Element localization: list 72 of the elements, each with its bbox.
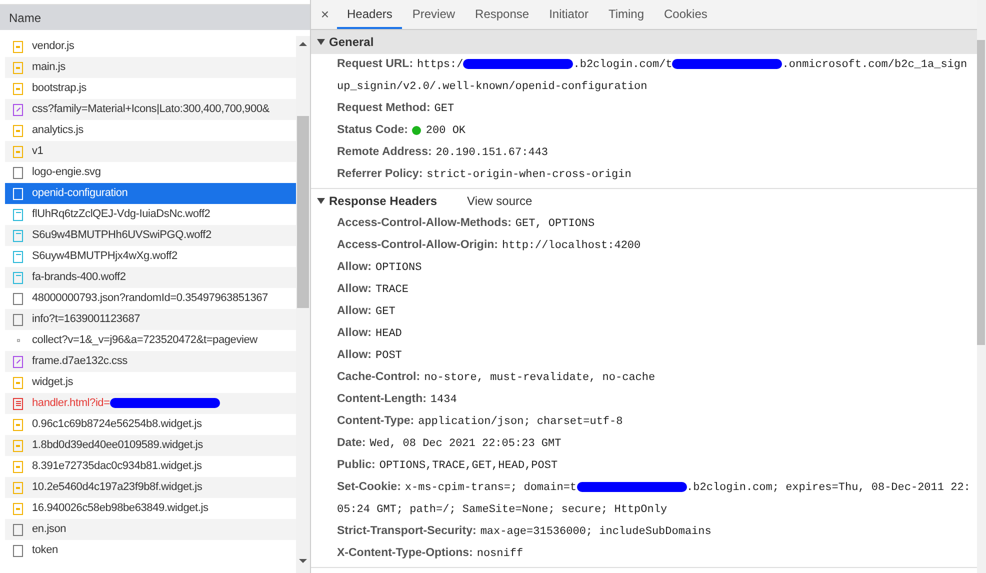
header-field: Allow: OPTIONS <box>311 257 977 279</box>
column-header[interactable]: Name <box>0 5 310 30</box>
request-row[interactable]: css?family=Material+Icons|Lato:300,400,700,900& <box>5 99 296 120</box>
header-field: Strict-Transport-Security: max-age=31536000; includeSubDomains <box>311 521 977 543</box>
header-field: Remote Address: 20.190.151.67:443 <box>311 142 977 164</box>
script-file-icon <box>13 418 23 430</box>
section-header[interactable]: General <box>311 30 977 54</box>
file-icon <box>13 292 23 304</box>
scrollbar[interactable] <box>296 36 310 573</box>
request-row[interactable]: handler.html?id= <box>5 393 296 414</box>
section-title: General <box>329 34 374 51</box>
header-field: Allow: GET <box>311 301 977 323</box>
request-row[interactable]: 10.2e5460d4c197a23f9b8f.widget.js <box>5 477 296 498</box>
view-source-link[interactable]: View source <box>467 192 532 210</box>
file-icon <box>13 314 23 326</box>
file-icon <box>13 166 23 178</box>
tab[interactable]: Timing <box>598 0 654 29</box>
script-file-icon <box>13 62 23 74</box>
file-icon <box>13 544 23 556</box>
request-row[interactable]: S6u9w4BMUTPHh6UVSwiPGQ.woff2 <box>5 225 296 246</box>
script-file-icon <box>13 440 23 452</box>
tab[interactable]: Response <box>465 0 540 29</box>
font-file-icon <box>13 230 23 242</box>
header-field: Allow: TRACE <box>311 279 977 301</box>
scrollbar[interactable] <box>977 0 986 573</box>
tab[interactable]: Cookies <box>654 0 718 29</box>
header-field: Access-Control-Allow-Methods: GET, OPTIONS <box>311 213 977 235</box>
scroll-down-icon[interactable] <box>299 559 307 563</box>
request-row[interactable]: info?t=1639001123687 <box>5 309 296 330</box>
document-file-icon <box>13 398 23 410</box>
request-row[interactable]: en.json <box>5 519 296 540</box>
header-field: Date: Wed, 08 Dec 2021 22:05:23 GMT <box>311 433 977 455</box>
font-file-icon <box>13 208 23 220</box>
request-row[interactable]: main.js <box>5 57 296 78</box>
stylesheet-file-icon <box>13 356 23 368</box>
tab[interactable]: Initiator <box>539 0 598 29</box>
file-icon <box>13 188 23 200</box>
tab[interactable]: Preview <box>402 0 466 29</box>
request-row[interactable]: frame.d7ae132c.css <box>5 351 296 372</box>
script-file-icon <box>13 376 23 388</box>
header-field: Content-Type: application/json; charset=utf-8 <box>311 411 977 433</box>
script-file-icon <box>13 40 23 52</box>
script-file-icon <box>13 82 23 94</box>
header-field: Allow: HEAD <box>311 323 977 345</box>
header-field: X-Content-Type-Options: nosniff <box>311 543 977 565</box>
header-field: Access-Control-Allow-Origin: http://localhost:4200 <box>311 235 977 257</box>
header-field: Request URL: https:/ .b2clogin.com/t .onmicrosoft.com/b2c_1a_signup_signin/v2.0/.well-known/openid-configuration <box>311 54 977 98</box>
header-field: Content-Length: 1434 <box>311 389 977 411</box>
script-file-icon <box>13 146 23 158</box>
header-field: Allow: POST <box>311 345 977 367</box>
expanded-triangle-icon <box>317 39 325 45</box>
header-field: Request Method: GET <box>311 98 977 120</box>
request-row[interactable]: openid-configuration <box>5 183 296 204</box>
file-icon <box>13 524 23 536</box>
request-row[interactable]: 1.8bd0d39ed40ee0109589.widget.js <box>5 435 296 456</box>
script-file-icon <box>13 502 23 514</box>
header-field: Referrer Policy: strict-origin-when-cross-origin <box>311 164 977 186</box>
font-file-icon <box>13 250 23 262</box>
header-field: Status Code: 200 OK <box>311 120 977 142</box>
font-file-icon <box>13 272 23 284</box>
header-field: Public: OPTIONS,TRACE,GET,HEAD,POST <box>311 455 977 477</box>
script-file-icon <box>13 124 23 136</box>
script-file-icon <box>13 460 23 472</box>
section-title: Response Headers <box>329 193 438 210</box>
scroll-up-icon[interactable] <box>299 42 307 46</box>
request-row[interactable]: fa-brands-400.woff2 <box>5 267 296 288</box>
stylesheet-file-icon <box>13 104 23 116</box>
script-file-icon <box>13 482 23 494</box>
header-field: Cache-Control: no-store, must-revalidate, no-cache <box>311 367 977 389</box>
request-row[interactable]: v1 <box>5 141 296 162</box>
expanded-triangle-icon <box>317 198 325 204</box>
close-button[interactable]: × <box>313 0 337 29</box>
